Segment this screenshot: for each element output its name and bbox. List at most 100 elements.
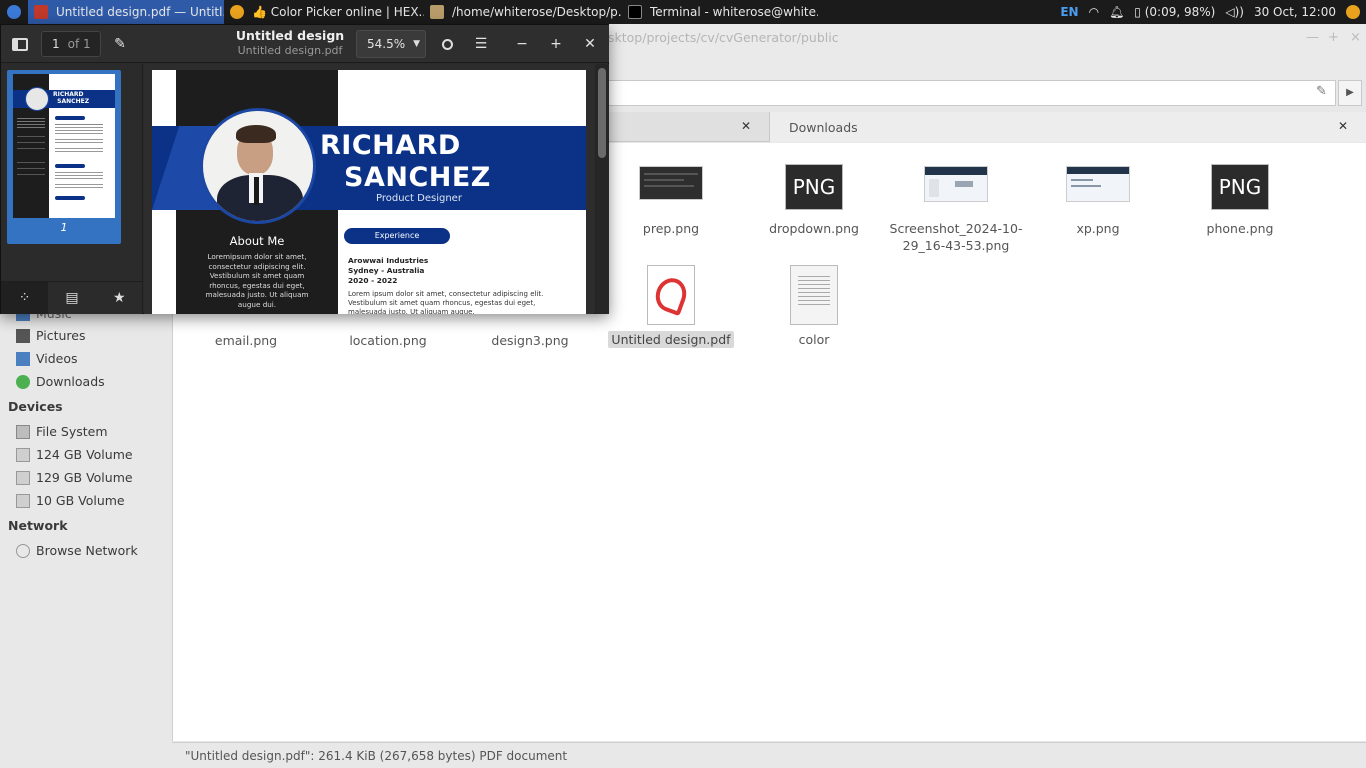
file-item-screenshot[interactable]: Screenshot_2024-10-29_16-43-53.png	[885, 166, 1027, 254]
drive-icon	[16, 470, 30, 485]
thumbnail-page-number: 1	[60, 221, 68, 234]
cv-experience-heading: Experience	[344, 228, 450, 244]
vertical-scrollbar[interactable]	[595, 64, 609, 314]
file-item-email[interactable]: email.png	[175, 310, 317, 349]
status-bar: "Untitled design.pdf": 261.4 KiB (267,65…	[172, 742, 1366, 768]
cv-exp-years: 2020 - 2022	[348, 276, 398, 285]
file-item-prep[interactable]: prep.png	[600, 166, 742, 237]
cv-role: Product Designer	[376, 193, 462, 204]
sidebar-item-volume-124[interactable]: 124 GB Volume	[16, 447, 133, 462]
file-name: phone.png	[1206, 221, 1274, 236]
location-bar[interactable]	[608, 80, 1336, 106]
maximize-icon[interactable]: +	[1328, 30, 1339, 45]
task-label: /home/whiterose/Desktop/p...	[452, 5, 622, 19]
sidebar-item-volume-129[interactable]: 129 GB Volume	[16, 470, 133, 485]
star-icon: ★	[113, 290, 126, 306]
chevron-down-icon: ▼	[413, 39, 421, 49]
sidebar-toggle-button[interactable]	[7, 31, 33, 57]
keyboard-layout-indicator[interactable]: EN	[1060, 5, 1078, 19]
annotate-button[interactable]: ✎	[107, 31, 133, 57]
grid-icon: ⁘	[18, 290, 31, 306]
sidebar-item-file-system[interactable]: File System	[16, 424, 108, 439]
videos-icon	[16, 351, 30, 366]
minimize-button[interactable]: −	[509, 31, 535, 57]
tab-downloads[interactable]	[769, 112, 1366, 142]
image-thumbnail	[1066, 166, 1130, 202]
chrome-icon	[230, 5, 244, 19]
file-item-phone[interactable]: PNG phone.png	[1169, 164, 1311, 237]
sidebar-item-volume-10[interactable]: 10 GB Volume	[16, 493, 125, 508]
tab-close-icon[interactable]: ✕	[741, 119, 751, 133]
battery-label: (0:09, 98%)	[1144, 5, 1216, 19]
document-view[interactable]: RICHARD SANCHEZ Product Designer About M…	[144, 64, 594, 314]
taskbar: Untitled design.pdf — Untitl... 👍 Color …	[0, 0, 1366, 24]
comment-icon: ▤	[65, 290, 79, 306]
file-item-location[interactable]: location.png	[317, 310, 459, 349]
png-file-icon: PNG	[785, 164, 843, 210]
close-icon[interactable]: ×	[1350, 30, 1361, 45]
drive-icon	[16, 493, 30, 508]
terminal-icon	[628, 5, 642, 19]
document-title: Untitled design Untitled design.pdf	[221, 28, 359, 57]
search-icon	[441, 38, 453, 50]
notification-bell-icon[interactable]: 🔔︎	[1109, 5, 1124, 19]
task-pdf-viewer[interactable]: Untitled design.pdf — Untitl...	[28, 0, 224, 24]
thumbnail-preview: RICHARD SANCHEZ	[13, 74, 115, 218]
minimize-icon[interactable]: —	[1306, 30, 1319, 45]
wifi-icon[interactable]: ◠	[1089, 5, 1099, 19]
task-file-manager[interactable]: /home/whiterose/Desktop/p...	[424, 0, 622, 24]
file-item-design3[interactable]: design3.png	[459, 310, 601, 349]
image-thumbnail	[924, 166, 988, 202]
zoom-dropdown[interactable]: 54.5% ▼	[356, 30, 426, 58]
file-name: prep.png	[642, 221, 700, 236]
cv-profile-photo	[200, 108, 316, 224]
scrollbar-thumb[interactable]	[598, 68, 606, 158]
cv-last-name: SANCHEZ	[344, 162, 491, 193]
file-item-color[interactable]: color	[743, 265, 885, 348]
page-thumbnail[interactable]: RICHARD SANCHEZ 1	[7, 70, 121, 244]
task-terminal[interactable]: Terminal - whiterose@white...	[622, 0, 818, 24]
cv-about-heading: About Me	[229, 234, 285, 248]
png-file-icon: PNG	[1211, 164, 1269, 210]
annotations-tab[interactable]: ▤	[48, 282, 95, 314]
pdf-viewer-window: 1 of 1 ✎ Untitled design Untitled design…	[0, 24, 609, 314]
close-button[interactable]: ✕	[577, 31, 603, 57]
drive-icon	[16, 447, 30, 462]
sidebar-item-downloads[interactable]: Downloads	[16, 374, 105, 389]
hamburger-menu-icon: ☰	[474, 36, 488, 52]
task-label: Untitled design.pdf — Untitl...	[56, 5, 224, 19]
volume-icon[interactable]: ◁))	[1225, 5, 1244, 19]
thumbnails-tab[interactable]: ⁘	[1, 282, 49, 314]
file-name: Screenshot_2024-10-29_16-43-53.png	[889, 221, 1023, 253]
pdf-app-icon	[34, 5, 48, 19]
sidebar-item-label: 129 GB Volume	[36, 470, 133, 485]
sidebar-item-pictures[interactable]: Pictures	[16, 328, 86, 343]
file-name: xp.png	[1076, 221, 1120, 236]
maximize-icon: +	[550, 36, 562, 52]
location-forward-button[interactable]: ▶	[1338, 80, 1362, 106]
sidebar-item-videos[interactable]: Videos	[16, 351, 78, 366]
battery-indicator[interactable]: ▯ (0:09, 98%)	[1134, 5, 1215, 19]
search-button[interactable]	[434, 31, 460, 57]
sidebar-item-label: Pictures	[36, 328, 86, 343]
maximize-button[interactable]: +	[543, 31, 569, 57]
bookmarks-tab[interactable]: ★	[96, 282, 143, 314]
pdf-file-icon	[647, 265, 695, 325]
chrome-tray-icon[interactable]	[1346, 5, 1360, 19]
pdf-page: RICHARD SANCHEZ Product Designer About M…	[152, 70, 586, 314]
sidebar-item-browse-network[interactable]: Browse Network	[16, 543, 138, 558]
file-item-xp[interactable]: xp.png	[1027, 166, 1169, 237]
devices-heading: Devices	[8, 399, 63, 414]
app-menu-button[interactable]	[0, 0, 28, 24]
clock[interactable]: 30 Oct, 12:00	[1254, 5, 1336, 19]
page-number-field[interactable]: 1 of 1	[41, 31, 101, 57]
menu-button[interactable]: ☰	[468, 31, 494, 57]
file-item-dropdown[interactable]: PNG dropdown.png	[743, 164, 885, 237]
file-item-untitled-pdf[interactable]: Untitled design.pdf	[600, 265, 742, 348]
sidebar-icon	[12, 37, 28, 51]
edit-location-icon[interactable]: ✎	[1316, 84, 1327, 99]
sidebar-item-label: Videos	[36, 351, 78, 366]
tab-close-icon[interactable]: ✕	[1338, 119, 1348, 133]
sidebar-item-label: Browse Network	[36, 543, 138, 558]
task-browser[interactable]: 👍 Color Picker online | HEX...	[224, 0, 424, 24]
